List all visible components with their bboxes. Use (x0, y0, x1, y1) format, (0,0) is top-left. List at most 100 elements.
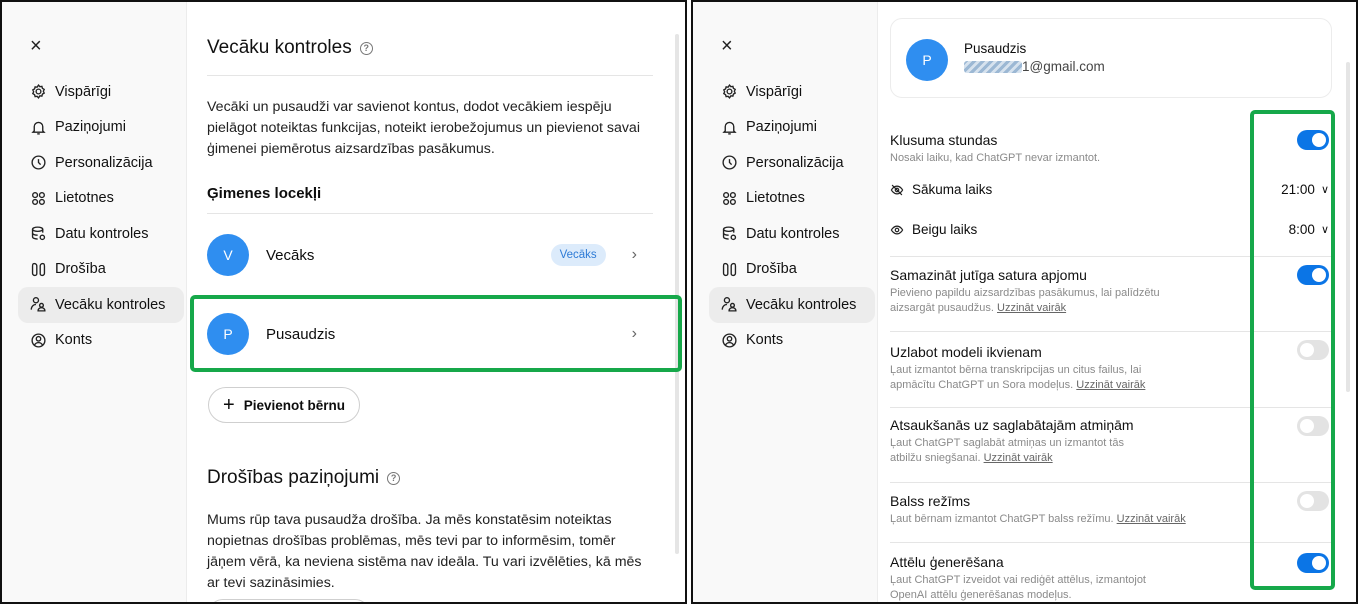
setting-description: Ļaut bērnam izmantot ChatGPT balss režīm… (890, 513, 1186, 525)
learn-more-link[interactable]: Uzzināt vairāk (1117, 513, 1186, 525)
help-icon[interactable]: ? (387, 471, 401, 485)
database-icon (31, 226, 46, 241)
sidebar-item-data-controls[interactable]: Datu kontroles (18, 216, 184, 252)
profile-card: P Pusaudzis 1@gmail.com (890, 18, 1332, 98)
add-child-button[interactable]: + Pievienot bērnu (208, 387, 360, 423)
sidebar-item-label: Personalizācija (746, 154, 844, 171)
sidebar-item-security[interactable]: Drošība (709, 252, 875, 288)
sidebar-item-label: Lietotnes (55, 190, 114, 207)
member-row-parent[interactable]: V Vecāks Vecāks › (207, 223, 653, 287)
database-icon (722, 226, 737, 241)
bell-icon (31, 121, 46, 135)
divider (890, 331, 1332, 332)
help-icon[interactable]: ? (359, 41, 373, 55)
image-generation-toggle[interactable] (1297, 553, 1329, 573)
setting-title: Balss režīms (890, 493, 971, 509)
chevron-right-icon: › (631, 246, 637, 263)
start-time-row: Sākuma laiks 21:00 ∨ (890, 182, 1332, 197)
divider (890, 482, 1332, 483)
sidebar-item-account[interactable]: Konts (18, 323, 184, 359)
divider (890, 542, 1332, 543)
gear-icon (31, 84, 46, 100)
member-row-teen[interactable]: P Pusaudzis › (207, 302, 653, 366)
sidebar-item-label: Vispārīgi (746, 83, 803, 100)
eye-off-icon (890, 184, 904, 195)
sidebar-item-label: Lietotnes (746, 190, 805, 207)
sidebar-item-apps[interactable]: Lietotnes (18, 181, 184, 217)
setting-image-generation: Attēlu ģenerēšana Ļaut ChatGPT izveidot … (890, 554, 1292, 602)
shield-icon (722, 262, 737, 276)
sidebar-item-notifications[interactable]: Paziņojumi (709, 110, 875, 146)
close-icon[interactable]: × (721, 36, 733, 56)
sidebar-item-security[interactable]: Drošība (18, 252, 184, 288)
sidebar-item-data-controls[interactable]: Datu kontroles (709, 216, 875, 252)
chevron-down-icon: ∨ (1320, 224, 1329, 236)
sidebar-item-parental-controls[interactable]: Vecāku kontroles (709, 287, 875, 323)
family-members-heading: Ģimenes locekļi (207, 185, 322, 202)
bell-icon (722, 121, 737, 135)
end-time-select[interactable]: 8:00 ∨ (1289, 222, 1329, 237)
avatar: V (207, 234, 249, 276)
avatar: P (906, 39, 948, 81)
learn-more-link[interactable]: Uzzināt vairāk (1076, 379, 1145, 391)
teen-settings-content: P Pusaudzis 1@gmail.com Klusuma stundas … (890, 2, 1332, 602)
sidebar-item-label: Paziņojumi (55, 119, 126, 136)
learn-more-link[interactable]: Uzzināt vairāk (997, 302, 1066, 314)
shield-icon (31, 262, 46, 276)
voice-mode-toggle[interactable] (1297, 491, 1329, 511)
settings-sidebar: × Vispārīgi Paziņojumi Personalizācija L… (2, 2, 187, 602)
setting-title: Klusuma stundas (890, 132, 998, 148)
avatar: P (207, 313, 249, 355)
setting-voice-mode: Balss režīms Ļaut bērnam izmantot ChatGP… (890, 493, 1292, 527)
chevron-down-icon: ∨ (1320, 184, 1329, 196)
sidebar-item-label: Vecāku kontroles (746, 296, 857, 313)
learn-more-link[interactable]: Uzzināt vairāk (984, 452, 1053, 464)
close-icon[interactable]: × (30, 36, 42, 56)
chevron-right-icon: › (631, 325, 637, 342)
scrollbar[interactable] (1346, 62, 1350, 392)
setting-description: Pievieno papildu aizsardzības pasākumus,… (890, 287, 1160, 314)
safety-option-button[interactable] (208, 599, 370, 602)
sensitive-content-toggle[interactable] (1297, 265, 1329, 285)
parental-controls-content: Vecāku kontroles ? Vecāki un pusaudži va… (207, 2, 653, 602)
page-title: Vecāku kontroles ? (207, 37, 373, 59)
setting-title: Attēlu ģenerēšana (890, 554, 1004, 570)
setting-description: Ļaut ChatGPT izveidot vai rediģēt attēlu… (890, 574, 1146, 601)
parent-icon (30, 297, 46, 312)
sidebar-item-notifications[interactable]: Paziņojumi (18, 110, 184, 146)
setting-title: Atsaukšanās uz saglabātajām atmiņām (890, 417, 1134, 433)
sidebar-item-label: Konts (746, 332, 784, 349)
sidebar-item-label: Datu kontroles (55, 225, 149, 242)
email-text: 1@gmail.com (1022, 59, 1105, 74)
sidebar-item-label: Personalizācija (55, 154, 153, 171)
sidebar-item-parental-controls[interactable]: Vecāku kontroles (18, 287, 184, 323)
sidebar-item-label: Paziņojumi (746, 119, 817, 136)
sidebar-item-account[interactable]: Konts (709, 323, 875, 359)
page-title-text: Vecāku kontroles (207, 37, 352, 58)
safety-title: Drošības paziņojumi ? (207, 467, 401, 489)
setting-sensitive-content: Samazināt jutīga satura apjomu Pievieno … (890, 267, 1292, 316)
apps-icon (32, 191, 45, 205)
personalization-icon (722, 155, 737, 170)
sidebar-nav: Vispārīgi Paziņojumi Personalizācija Lie… (709, 74, 875, 358)
quiet-hours-toggle[interactable] (1297, 130, 1329, 150)
setting-description: Nosaki laiku, kad ChatGPT nevar izmantot… (890, 152, 1101, 164)
setting-description: Ļaut izmantot bērna transkripcijas un ci… (890, 364, 1146, 391)
sidebar-item-personalization[interactable]: Personalizācija (18, 145, 184, 181)
end-time-row: Beigu laiks 8:00 ∨ (890, 222, 1332, 237)
sidebar-item-general[interactable]: Vispārīgi (18, 74, 184, 110)
setting-saved-memories: Atsaukšanās uz saglabātajām atmiņām Ļaut… (890, 417, 1292, 466)
sidebar-item-general[interactable]: Vispārīgi (709, 74, 875, 110)
apps-icon (723, 191, 736, 205)
start-time-select[interactable]: 21:00 ∨ (1281, 182, 1329, 197)
scrollbar[interactable] (675, 34, 679, 554)
sidebar-item-personalization[interactable]: Personalizācija (709, 145, 875, 181)
member-name: Vecāks (266, 246, 315, 264)
end-time-label: Beigu laiks (912, 222, 978, 237)
sidebar-item-label: Konts (55, 332, 93, 349)
sidebar-item-apps[interactable]: Lietotnes (709, 181, 875, 217)
setting-title: Uzlabot modeli ikvienam (890, 344, 1042, 360)
sidebar-item-label: Datu kontroles (746, 225, 840, 242)
saved-memories-toggle[interactable] (1297, 416, 1329, 436)
improve-model-toggle[interactable] (1297, 340, 1329, 360)
